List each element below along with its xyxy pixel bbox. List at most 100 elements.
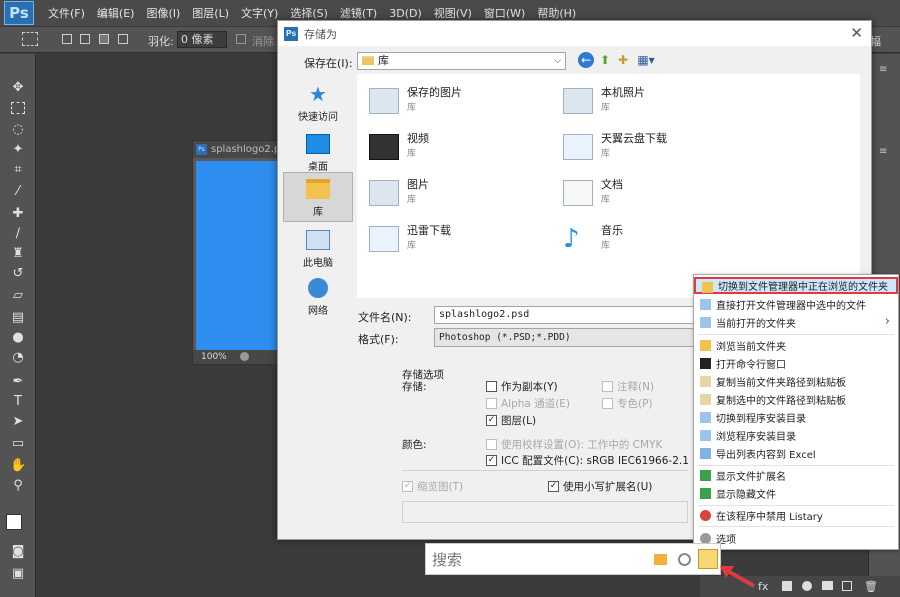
menu-item-copy-file-path[interactable]: 复制选中的文件路径到粘贴板 xyxy=(694,391,898,408)
healing-brush-icon[interactable]: ✚ xyxy=(10,206,26,222)
favorites-folder-icon[interactable] xyxy=(654,554,667,565)
chevron-down-icon[interactable]: ⌵ xyxy=(554,53,561,69)
alpha-checkbox[interactable]: Alpha 通道(E) xyxy=(486,396,570,411)
search-input[interactable] xyxy=(432,550,632,570)
panel-menu-icon[interactable]: ≡ xyxy=(879,64,887,75)
list-item[interactable]: 保存的图片 库 xyxy=(361,82,541,122)
list-item[interactable]: 图片 库 xyxy=(361,174,541,214)
up-folder-icon[interactable]: ⬆ xyxy=(597,52,613,68)
marquee-tool-icon[interactable] xyxy=(22,32,38,46)
place-library[interactable]: 库 xyxy=(283,172,353,222)
place-desktop[interactable]: 桌面 xyxy=(283,128,353,176)
spot-checkbox[interactable]: 专色(P) xyxy=(602,396,653,411)
menu-view[interactable]: 视图(V) xyxy=(428,5,478,21)
proof-setup-checkbox[interactable]: 使用校样设置(O): 工作中的 CMYK xyxy=(486,437,662,452)
as-copy-checkbox[interactable]: 作为副本(Y) xyxy=(486,379,558,394)
doc-tab[interactable]: Ps splashlogo2.psd xyxy=(193,141,292,158)
shape-icon[interactable]: ▭ xyxy=(10,436,26,452)
list-item[interactable]: 视频 库 xyxy=(361,128,541,168)
filename-field[interactable]: splashlogo2.psd xyxy=(434,306,698,324)
notes-checkbox[interactable]: 注释(N) xyxy=(602,379,654,394)
canvas[interactable] xyxy=(196,161,280,353)
menu-edit[interactable]: 编辑(E) xyxy=(91,5,141,21)
menu-select[interactable]: 选择(S) xyxy=(284,5,334,21)
view-menu-icon[interactable]: ▦▾ xyxy=(635,52,657,68)
menu-item-switch-folder[interactable]: 切换到文件管理器中正在浏览的文件夹 xyxy=(694,277,898,294)
menu-item-show-hidden[interactable]: 显示隐藏文件 xyxy=(694,485,898,502)
menu-item-browse-current[interactable]: 浏览当前文件夹 xyxy=(694,337,898,354)
menu-3d[interactable]: 3D(D) xyxy=(383,7,428,20)
place-quick-access[interactable]: ★ 快速访问 xyxy=(283,78,353,126)
menu-image[interactable]: 图像(I) xyxy=(140,5,186,21)
location-dropdown[interactable]: 库 ⌵ xyxy=(357,52,566,70)
subtract-selection-icon[interactable] xyxy=(99,34,109,44)
group-folder-icon[interactable] xyxy=(822,581,833,590)
new-selection-icon[interactable] xyxy=(62,34,72,44)
menu-type[interactable]: 文字(Y) xyxy=(235,5,284,21)
history-brush-icon[interactable]: ↺ xyxy=(10,266,26,282)
pen-icon[interactable]: ✒ xyxy=(10,374,26,390)
path-select-icon[interactable]: ➤ xyxy=(10,414,26,430)
fx-icon[interactable]: fx xyxy=(758,580,768,593)
quick-mask-icon[interactable]: ◙ xyxy=(10,544,26,560)
intersect-selection-icon[interactable] xyxy=(118,34,128,44)
menu-item-export-excel[interactable]: 导出列表内容到 Excel xyxy=(694,445,898,462)
status-info-icon[interactable] xyxy=(239,352,249,361)
menu-item-options[interactable]: 选项 xyxy=(694,530,898,547)
dodge-icon[interactable]: ◔ xyxy=(10,350,26,366)
blur-icon[interactable]: ● xyxy=(10,330,26,346)
icc-profile-checkbox[interactable]: ✓ ICC 配置文件(C): sRGB IEC61966-2.1 xyxy=(486,453,689,468)
add-mask-icon[interactable] xyxy=(782,581,792,591)
place-network[interactable]: 网络 xyxy=(283,272,353,320)
menu-item-open-cmd[interactable]: 打开命令行窗口 xyxy=(694,355,898,372)
type-tool-icon[interactable]: T xyxy=(10,394,26,410)
menu-item-current-folders[interactable]: 当前打开的文件夹 › xyxy=(694,314,898,331)
screen-mode-icon[interactable]: ▣ xyxy=(10,566,26,582)
new-folder-icon[interactable]: ✚ xyxy=(615,52,631,68)
zoom-icon[interactable]: ⚲ xyxy=(10,478,26,494)
menu-window[interactable]: 窗口(W) xyxy=(478,5,531,21)
layers-checkbox[interactable]: ✓ 图层(L) xyxy=(486,413,536,428)
zoom-level[interactable]: 100% xyxy=(201,352,227,362)
new-layer-icon[interactable] xyxy=(842,581,852,591)
trash-icon[interactable]: 🗑 xyxy=(864,580,878,593)
recent-clock-icon[interactable] xyxy=(678,553,691,566)
panel-menu-icon-2[interactable]: ≡ xyxy=(879,146,887,157)
magic-wand-icon[interactable]: ✦ xyxy=(10,142,26,158)
gradient-icon[interactable]: ▤ xyxy=(10,310,26,326)
action-menu-icon[interactable] xyxy=(698,549,718,569)
crop-icon[interactable]: ⌗ xyxy=(10,162,26,178)
list-item[interactable]: 迅雷下载 库 xyxy=(361,220,541,260)
menu-filter[interactable]: 滤镜(T) xyxy=(334,5,383,21)
foreground-color-swatch[interactable] xyxy=(6,514,22,530)
thumbnail-checkbox[interactable]: ✓ 缩览图(T) xyxy=(402,479,463,494)
add-selection-icon[interactable] xyxy=(80,34,90,44)
marquee-icon[interactable] xyxy=(11,102,25,114)
clone-stamp-icon[interactable]: ♜ xyxy=(10,246,26,262)
brush-icon[interactable]: ∕ xyxy=(10,226,26,242)
feather-input[interactable]: 0 像素 xyxy=(177,31,227,48)
list-item[interactable]: 文档 库 xyxy=(555,174,735,214)
eraser-icon[interactable]: ▱ xyxy=(10,288,26,304)
menu-item-copy-folder-path[interactable]: 复制当前文件夹路径到粘贴板 xyxy=(694,373,898,390)
menu-help[interactable]: 帮助(H) xyxy=(531,5,582,21)
menu-item-switch-install-dir[interactable]: 切换到程序安装目录 xyxy=(694,409,898,426)
menu-file[interactable]: 文件(F) xyxy=(42,5,91,21)
menu-layer[interactable]: 图层(L) xyxy=(186,5,235,21)
ps-document-window[interactable]: Ps splashlogo2.psd 100% xyxy=(192,140,292,365)
hand-icon[interactable]: ✋ xyxy=(10,458,26,474)
lowercase-ext-checkbox[interactable]: ✓ 使用小写扩展名(U) xyxy=(548,479,652,494)
antialias-checkbox[interactable] xyxy=(236,34,246,44)
menu-item-show-extensions[interactable]: 显示文件扩展名 xyxy=(694,467,898,484)
menu-item-disable-listary[interactable]: 在该程序中禁用 Listary xyxy=(694,507,898,524)
list-item[interactable]: 本机照片 库 xyxy=(555,82,735,122)
adjustment-layer-icon[interactable] xyxy=(802,581,812,591)
place-this-pc[interactable]: 此电脑 xyxy=(283,224,353,272)
eyedropper-icon[interactable]: ⁄ xyxy=(10,184,26,200)
back-icon[interactable]: ← xyxy=(578,52,594,68)
lasso-icon[interactable]: ◌ xyxy=(10,122,26,138)
move-tool-icon[interactable]: ✥ xyxy=(10,80,26,96)
menu-item-browse-install-dir[interactable]: 浏览程序安装目录 xyxy=(694,427,898,444)
close-icon[interactable]: ✕ xyxy=(850,24,863,42)
format-select[interactable]: Photoshop (*.PSD;*.PDD) xyxy=(434,328,698,347)
